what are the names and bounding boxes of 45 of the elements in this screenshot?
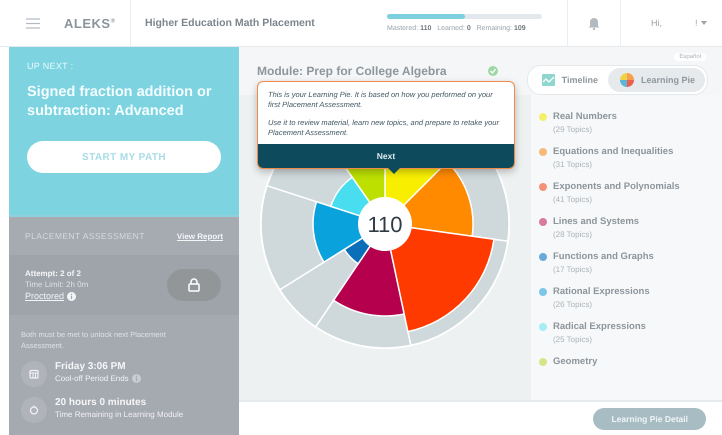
course-title: Higher Education Math Placement	[145, 17, 316, 29]
condition-caption: Cool-off Period Ends	[55, 374, 141, 383]
timer-icon	[29, 405, 39, 415]
condition-value: 20 hours 0 minutes	[55, 397, 148, 408]
pie-chart-icon	[620, 73, 634, 87]
topic-count: (25 Topics)	[553, 335, 593, 344]
up-next-label: UP NEXT :	[27, 61, 74, 71]
menu-icon[interactable]	[26, 18, 40, 28]
next-topic: Signed fraction addition or subtraction: Advanced	[27, 83, 212, 121]
legend-label: Real Numbers	[553, 111, 617, 122]
lock-icon	[188, 278, 200, 292]
calendar-icon	[29, 369, 39, 379]
topic-count: (31 Topics)	[553, 160, 593, 169]
user-menu[interactable]: !	[695, 18, 707, 28]
legend-label: Functions and Graphs	[553, 251, 654, 262]
time-limit: Time Limit: 2h 0m	[25, 280, 88, 289]
lock-button[interactable]	[167, 269, 221, 301]
info-icon	[67, 292, 76, 300]
info-icon	[132, 374, 141, 383]
legend-label: Geometry	[553, 356, 598, 367]
topic-count: (28 Topics)	[553, 230, 593, 239]
condition-value: Friday 3:06 PM	[55, 361, 127, 372]
topic-count: (29 Topics)	[553, 125, 593, 134]
topic-count: (41 Topics)	[553, 195, 593, 204]
brand-logo: ALEKS$^{®}$	[64, 16, 116, 30]
view-tab[interactable]: Learning Pie	[608, 68, 705, 92]
proctored-link[interactable]: Proctored	[25, 291, 88, 301]
module-title: Module: Prep for College Algebra	[257, 64, 447, 78]
condition-caption: Time Remaining in Learning Module	[55, 410, 184, 419]
pie-detail-button[interactable]: Learning Pie Detail	[593, 408, 706, 430]
legend-label: Equations and Inequalities	[553, 146, 674, 157]
topic-count: (17 Topics)	[553, 265, 593, 274]
start-path-button[interactable]: START MY PATH	[27, 141, 221, 173]
legend-label: Lines and Systems	[553, 216, 640, 227]
next-button[interactable]: Next	[258, 144, 514, 168]
legend-label: Rational Expressions	[553, 286, 650, 297]
legend-label: Radical Expressions	[553, 321, 646, 332]
bell-icon[interactable]	[588, 16, 600, 30]
greeting: Hi,	[651, 18, 663, 28]
caret-icon	[700, 21, 707, 25]
view-report-link[interactable]: View Report	[176, 232, 223, 240]
chart-icon	[542, 74, 555, 86]
attempt-count: Attempt: 2 of 2	[25, 269, 82, 278]
topic-count: (26 Topics)	[553, 300, 593, 309]
legend-label: Exponents and Polynomials	[553, 181, 680, 192]
